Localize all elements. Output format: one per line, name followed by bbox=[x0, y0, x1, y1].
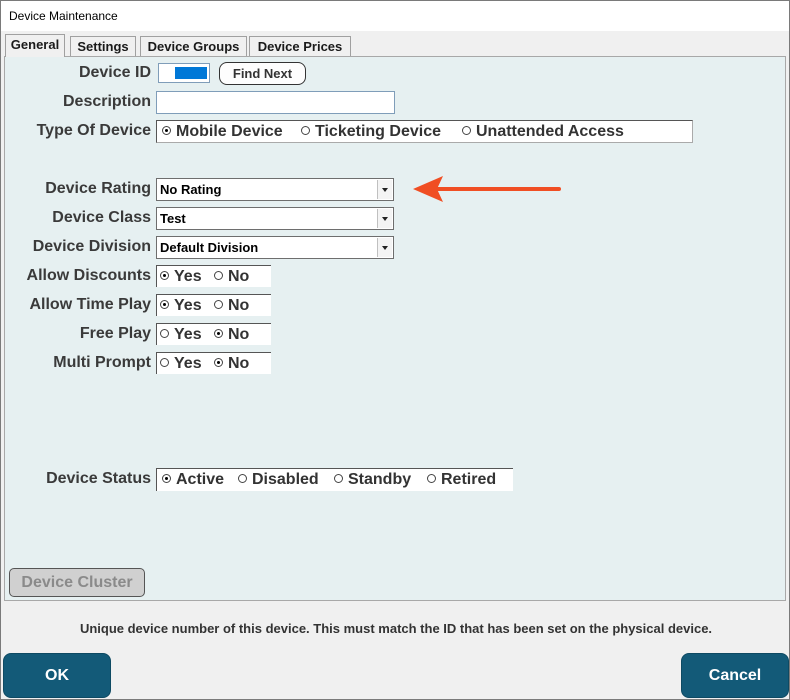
free-play-no-option[interactable]: No bbox=[214, 325, 249, 345]
type-of-device-group: Mobile Device Ticketing Device Unattende… bbox=[156, 120, 693, 143]
type-ticketing-device-option[interactable]: Ticketing Device bbox=[301, 122, 441, 142]
multi-prompt-group: Yes No bbox=[156, 352, 271, 374]
device-rating-label: Device Rating bbox=[45, 180, 151, 197]
tab-settings[interactable]: Settings bbox=[70, 36, 136, 56]
device-id-input[interactable] bbox=[158, 63, 210, 83]
free-play-group: Yes No bbox=[156, 323, 271, 345]
ok-button[interactable]: OK bbox=[3, 653, 111, 698]
device-division-value: Default Division bbox=[160, 240, 259, 255]
status-active-option[interactable]: Active bbox=[162, 470, 224, 490]
dropdown-arrow-icon[interactable] bbox=[377, 209, 392, 228]
device-division-select[interactable]: Default Division bbox=[156, 236, 394, 259]
radio-selected-icon bbox=[162, 126, 171, 136]
device-division-label: Device Division bbox=[32, 238, 151, 255]
window-title: Device Maintenance bbox=[9, 9, 118, 23]
tab-general[interactable]: General bbox=[5, 34, 65, 57]
radio-selected-icon bbox=[214, 358, 223, 368]
field-hint-text: Unique device number of this device. Thi… bbox=[79, 621, 713, 636]
allow-time-play-yes-option[interactable]: Yes bbox=[160, 296, 202, 316]
allow-discounts-label: Allow Discounts bbox=[26, 267, 151, 284]
dropdown-arrow-icon[interactable] bbox=[377, 238, 392, 257]
free-play-yes-option[interactable]: Yes bbox=[160, 325, 202, 345]
device-maintenance-window: Device Maintenance General Settings Devi… bbox=[0, 0, 790, 700]
annotation-arrow-icon bbox=[413, 176, 561, 202]
radio-unselected-icon bbox=[160, 358, 169, 368]
radio-unselected-icon bbox=[160, 329, 169, 339]
tab-device-groups[interactable]: Device Groups bbox=[140, 36, 247, 56]
device-status-label: Device Status bbox=[46, 470, 151, 487]
radio-unselected-icon bbox=[427, 474, 436, 484]
title-bar: Device Maintenance bbox=[1, 1, 789, 31]
type-mobile-device-option[interactable]: Mobile Device bbox=[162, 122, 283, 142]
status-standby-option[interactable]: Standby bbox=[334, 470, 411, 490]
radio-selected-icon bbox=[162, 474, 171, 484]
allow-discounts-yes-option[interactable]: Yes bbox=[160, 267, 202, 287]
description-label: Description bbox=[62, 93, 151, 110]
tab-device-prices[interactable]: Device Prices bbox=[249, 36, 351, 56]
multi-prompt-yes-option[interactable]: Yes bbox=[160, 354, 202, 374]
multi-prompt-label: Multi Prompt bbox=[53, 354, 151, 371]
radio-unselected-icon bbox=[238, 474, 247, 484]
radio-unselected-icon bbox=[214, 300, 223, 310]
device-cluster-button[interactable]: Device Cluster bbox=[9, 568, 145, 597]
status-disabled-option[interactable]: Disabled bbox=[238, 470, 319, 490]
device-rating-value: No Rating bbox=[160, 182, 222, 197]
radio-selected-icon bbox=[160, 300, 169, 310]
free-play-label: Free Play bbox=[79, 325, 151, 342]
radio-unselected-icon bbox=[301, 126, 310, 136]
allow-time-play-label: Allow Time Play bbox=[29, 296, 151, 313]
find-next-button[interactable]: Find Next bbox=[219, 62, 306, 85]
allow-discounts-no-option[interactable]: No bbox=[214, 267, 249, 287]
multi-prompt-no-option[interactable]: No bbox=[214, 354, 249, 374]
status-retired-option[interactable]: Retired bbox=[427, 470, 496, 490]
allow-discounts-group: Yes No bbox=[156, 265, 271, 287]
type-unattended-access-option[interactable]: Unattended Access bbox=[462, 122, 624, 142]
type-of-device-label: Type Of Device bbox=[36, 122, 151, 139]
device-id-label: Device ID bbox=[78, 64, 151, 81]
device-id-selection bbox=[175, 67, 207, 79]
radio-unselected-icon bbox=[334, 474, 343, 484]
radio-selected-icon bbox=[160, 271, 169, 281]
device-class-label: Device Class bbox=[52, 209, 151, 226]
allow-time-play-group: Yes No bbox=[156, 294, 271, 316]
device-class-select[interactable]: Test bbox=[156, 207, 394, 230]
radio-unselected-icon bbox=[462, 126, 471, 136]
device-status-group: Active Disabled Standby Retired bbox=[156, 468, 513, 491]
cancel-button[interactable]: Cancel bbox=[681, 653, 789, 698]
device-rating-select[interactable]: No Rating bbox=[156, 178, 394, 201]
radio-selected-icon bbox=[214, 329, 223, 339]
radio-unselected-icon bbox=[214, 271, 223, 281]
dropdown-arrow-icon[interactable] bbox=[377, 180, 392, 199]
description-input[interactable] bbox=[156, 91, 395, 114]
allow-time-play-no-option[interactable]: No bbox=[214, 296, 249, 316]
device-class-value: Test bbox=[160, 211, 186, 226]
